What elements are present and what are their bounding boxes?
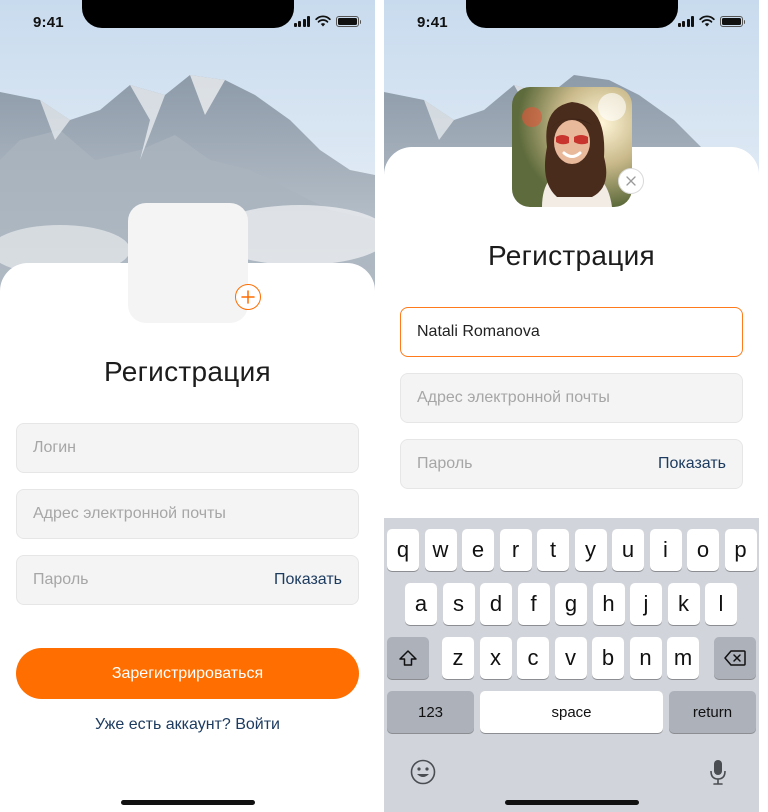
- password-field[interactable]: Показать: [16, 555, 359, 605]
- key-z[interactable]: z: [442, 637, 474, 679]
- email-field[interactable]: [400, 373, 743, 423]
- key-v[interactable]: v: [554, 637, 587, 679]
- page-title: Регистрация: [488, 240, 655, 271]
- login-field[interactable]: [400, 307, 743, 357]
- key-f[interactable]: f: [517, 583, 550, 625]
- login-input[interactable]: [417, 323, 726, 341]
- register-button[interactable]: Зарегистрироваться: [16, 648, 359, 699]
- home-indicator: [505, 800, 639, 805]
- key-j[interactable]: j: [630, 583, 662, 625]
- avatar-photo[interactable]: [512, 87, 632, 207]
- login-input[interactable]: [33, 439, 342, 457]
- home-indicator: [121, 800, 255, 805]
- password-input[interactable]: [33, 571, 274, 589]
- key-h[interactable]: h: [592, 583, 625, 625]
- key-r[interactable]: r: [499, 529, 532, 571]
- show-password-button[interactable]: Показать: [274, 571, 342, 589]
- key-b[interactable]: b: [592, 637, 624, 679]
- password-field[interactable]: Показать: [400, 439, 743, 489]
- email-field[interactable]: [16, 489, 359, 539]
- key-q[interactable]: q: [387, 529, 419, 571]
- key-n[interactable]: n: [629, 637, 662, 679]
- key-d[interactable]: d: [480, 583, 512, 625]
- key-o[interactable]: o: [687, 529, 719, 571]
- avatar-placeholder[interactable]: [128, 203, 248, 323]
- show-password-button[interactable]: Показать: [658, 455, 726, 473]
- signal-icon: [677, 15, 694, 27]
- key-y[interactable]: y: [574, 529, 607, 571]
- wifi-icon: [699, 15, 715, 27]
- key-m[interactable]: m: [667, 637, 699, 679]
- wifi-icon: [315, 15, 331, 27]
- space-key[interactable]: space: [480, 691, 663, 733]
- key-k[interactable]: k: [667, 583, 700, 625]
- on-screen-keyboard: qwertyuiop asdfghjkl zxcvbnm 123 space r…: [384, 518, 759, 812]
- status-bar: 9:41: [0, 0, 375, 44]
- key-a[interactable]: a: [405, 583, 437, 625]
- key-e[interactable]: e: [462, 529, 494, 571]
- backspace-icon[interactable]: [714, 637, 756, 679]
- numbers-key[interactable]: 123: [387, 691, 474, 733]
- status-time: 9:41: [417, 14, 448, 31]
- plus-circle-icon[interactable]: [235, 284, 261, 310]
- key-i[interactable]: i: [649, 529, 682, 571]
- key-p[interactable]: p: [724, 529, 757, 571]
- key-x[interactable]: x: [479, 637, 512, 679]
- password-input[interactable]: [417, 455, 658, 473]
- battery-icon: [720, 15, 745, 27]
- key-g[interactable]: g: [555, 583, 587, 625]
- shift-icon[interactable]: [387, 637, 429, 679]
- signal-icon: [293, 15, 310, 27]
- status-time: 9:41: [33, 14, 64, 31]
- email-input[interactable]: [33, 505, 342, 523]
- microphone-icon[interactable]: [709, 759, 727, 785]
- registration-screen-empty: 9:41 Регистрация Показать Зарегистрирова…: [0, 0, 375, 812]
- close-icon[interactable]: [618, 168, 644, 194]
- key-c[interactable]: c: [517, 637, 549, 679]
- device-notch: [82, 0, 294, 28]
- email-input[interactable]: [417, 389, 726, 407]
- key-s[interactable]: s: [442, 583, 475, 625]
- emoji-icon[interactable]: [410, 759, 436, 785]
- status-bar: 9:41: [384, 0, 759, 44]
- page-title: Регистрация: [104, 356, 271, 387]
- battery-icon: [336, 15, 361, 27]
- key-w[interactable]: w: [424, 529, 457, 571]
- login-link[interactable]: Уже есть аккаунт? Войти: [0, 716, 375, 734]
- device-notch: [466, 0, 678, 28]
- key-u[interactable]: u: [612, 529, 644, 571]
- key-l[interactable]: l: [705, 583, 737, 625]
- key-t[interactable]: t: [537, 529, 569, 571]
- registration-screen-filled: 9:41 Регистрация Natali Romanova Адрес э…: [384, 0, 759, 812]
- return-key[interactable]: return: [669, 691, 756, 733]
- login-field[interactable]: [16, 423, 359, 473]
